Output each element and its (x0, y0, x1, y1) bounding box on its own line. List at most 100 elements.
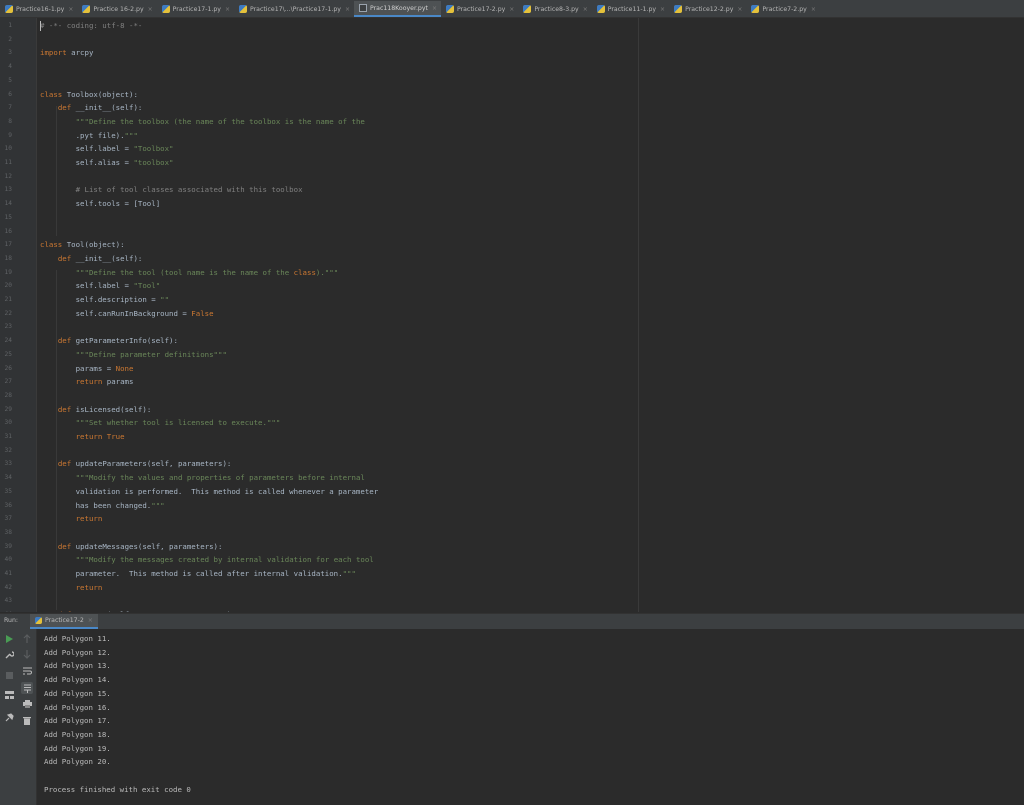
editor-tab-label: Practice8-3.py (534, 5, 579, 13)
pin-icon[interactable] (3, 711, 15, 723)
line-number: 26 (4, 364, 12, 372)
editor-tab[interactable]: Practice8-3.py × (518, 1, 591, 17)
run-console: Add Polygon 11. Add Polygon 12. Add Polygo… (0, 629, 1024, 805)
close-icon[interactable]: × (811, 6, 816, 13)
code-line: self.label = "Toolbox" (40, 144, 174, 154)
code-line: def execute(self, parameters, messages): (40, 610, 236, 612)
line-number: 29 (4, 405, 12, 413)
code-line: return (75, 514, 103, 524)
stop-icon[interactable] (3, 669, 15, 681)
code-line: def updateParameters(self, parameters): (57, 459, 232, 469)
code-line: """Define the tool (tool name is the nam… (75, 267, 339, 277)
code-editor[interactable]: 1 2 3 4 5 6 7 8 9 10 11 12 13 14 15 16 17 18 19 20 21 22 23 24 2… (0, 18, 1024, 612)
code-line: def __init__(self): (57, 103, 143, 113)
line-number: 30 (4, 419, 12, 427)
editor-tab-label: Practice17-1.py (172, 5, 221, 13)
line-number: 27 (4, 378, 12, 386)
line-number: 10 (4, 145, 12, 153)
run-tool-window-header: Run: Practice17-2 × (0, 613, 1024, 630)
editor-tab-label: Practice12-2.py (685, 5, 734, 13)
layout-icon[interactable] (3, 689, 15, 701)
run-toolbar-primary (0, 629, 19, 805)
code-line: class Tool(object): (40, 240, 125, 250)
code-line: """Set whether tool is licensed to execu… (75, 418, 281, 428)
line-number: 32 (4, 446, 12, 454)
python-file-icon (161, 5, 170, 13)
code-line: return params (75, 377, 134, 387)
console-output-line: Add Polygon 13. (44, 661, 111, 671)
line-number: 44 (0, 611, 12, 612)
line-number: 7 (8, 104, 12, 112)
code-line: .pyt file).""" (40, 130, 138, 140)
run-tab-practice17-2[interactable]: Practice17-2 × (30, 614, 98, 629)
editor-tab-label: Practice11-1.py (607, 5, 657, 13)
close-icon[interactable]: × (509, 6, 514, 13)
code-line: self.description = "" (40, 295, 170, 304)
editor-tab[interactable]: Practice17-2.py × (441, 1, 518, 17)
line-number: 25 (4, 350, 12, 358)
line-number: 8 (8, 117, 12, 125)
line-number: 34 (4, 474, 12, 482)
line-number: 42 (4, 583, 12, 591)
scroll-to-end-icon[interactable] (21, 682, 33, 694)
down-arrow-icon[interactable] (21, 648, 33, 660)
editor-tab[interactable]: Prac118Kooyer.pyt × (354, 1, 441, 17)
line-number: 37 (4, 515, 12, 523)
line-number: 22 (4, 309, 12, 317)
right-margin-guide (638, 18, 639, 612)
print-icon[interactable] (21, 698, 33, 710)
python-file-icon (445, 5, 454, 13)
code-line: # List of tool classes associated with t… (40, 185, 303, 195)
close-icon[interactable]: × (68, 6, 73, 13)
line-number: 18 (4, 254, 12, 262)
rerun-icon[interactable] (3, 633, 15, 645)
editor-tab[interactable]: Practice17-1.py × (157, 1, 234, 17)
run-tab-label: Practice17-2 (45, 617, 84, 624)
line-number: 19 (4, 268, 12, 276)
python-file-icon (523, 5, 532, 13)
line-number: 6 (8, 90, 12, 98)
close-icon[interactable]: × (737, 6, 742, 13)
editor-tab[interactable]: Practice 16-2.py × (77, 1, 156, 17)
editor-tab-label: Practice17-2.py (456, 5, 506, 13)
trash-icon[interactable] (21, 714, 33, 726)
line-number: 36 (4, 501, 12, 509)
close-icon[interactable]: × (225, 6, 230, 13)
console-output-line: Add Polygon 18. (44, 729, 111, 739)
close-icon[interactable]: × (88, 617, 93, 624)
python-file-icon (35, 617, 42, 624)
soft-wrap-icon[interactable] (21, 665, 33, 677)
run-label: Run: (4, 617, 18, 624)
editor-tab[interactable]: Practice16-1.py × (0, 1, 77, 17)
close-icon[interactable]: × (345, 6, 350, 13)
close-icon[interactable]: × (432, 5, 437, 12)
editor-tab[interactable]: Practice11-1.py × (592, 1, 669, 17)
wrench-icon[interactable] (3, 648, 15, 660)
line-number-gutter: 1 2 3 4 5 6 7 8 9 10 11 12 13 14 15 16 17 18 19 20 21 22 23 24 2… (0, 18, 37, 612)
line-number: 28 (4, 391, 12, 399)
line-number: 40 (4, 556, 12, 564)
run-toolbar-secondary (18, 629, 37, 805)
code-line: self.canRunInBackground = False (40, 308, 214, 318)
line-number: 33 (4, 460, 12, 468)
editor-tab[interactable]: Practice12-2.py × (669, 1, 746, 17)
close-icon[interactable]: × (148, 6, 153, 13)
line-number: 16 (4, 227, 12, 235)
line-number: 2 (8, 35, 12, 43)
code-line: class Toolbox(object): (40, 89, 138, 99)
close-icon[interactable]: × (660, 6, 665, 13)
line-number: 4 (8, 63, 12, 71)
line-number: 20 (4, 282, 12, 290)
editor-tab-label: Practice 16-2.py (93, 5, 144, 13)
console-output-line: Add Polygon 19. (44, 743, 111, 753)
code-line: self.alias = "toolbox" (40, 158, 174, 167)
editor-tab[interactable]: Practice7-2.py × (746, 1, 819, 17)
pyt-file-icon (359, 4, 368, 12)
editor-tab[interactable]: Practice17\...\Practice17-1.py × (234, 1, 354, 17)
python-file-icon (5, 5, 13, 13)
code-line: has been changed.""" (40, 500, 165, 510)
python-file-icon (82, 5, 91, 13)
close-icon[interactable]: × (583, 6, 588, 13)
console-output-line: Process finished with exit code 0 (44, 784, 191, 794)
up-arrow-icon[interactable] (21, 632, 33, 644)
